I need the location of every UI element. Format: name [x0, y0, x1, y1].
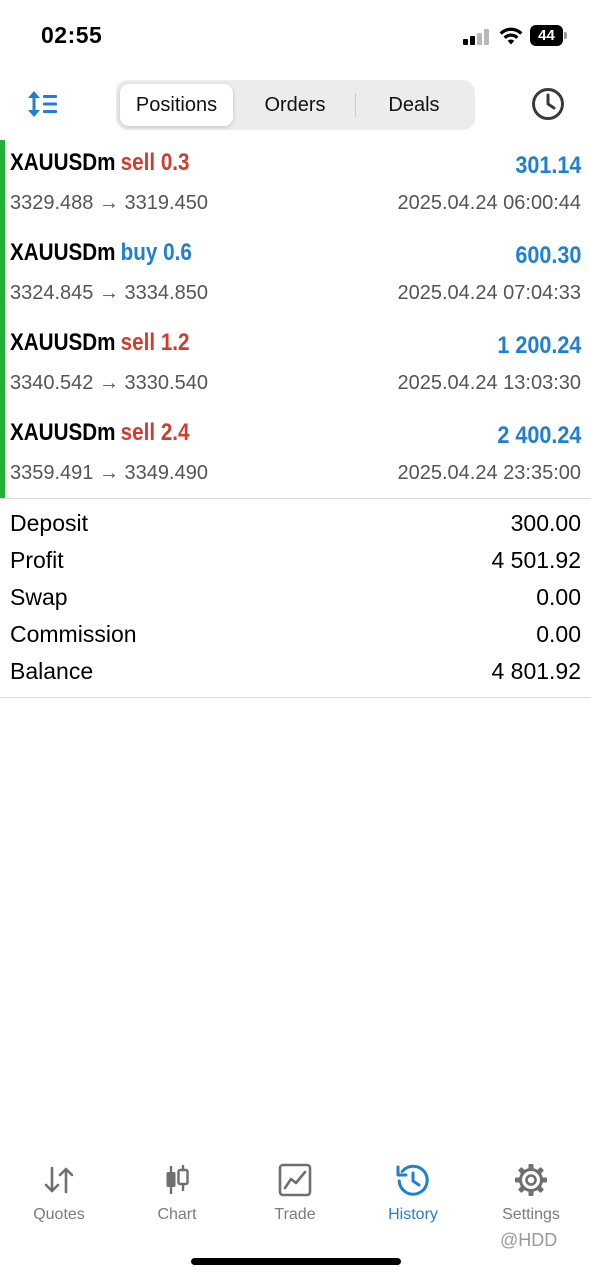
battery-level: 44 [530, 25, 563, 46]
tab-label: History [388, 1206, 438, 1223]
position-prices: 3359.491 → 3349.490 [10, 462, 208, 484]
tab-orders[interactable]: Orders [237, 84, 353, 126]
position-row[interactable]: XAUUSDm sell 1.2 1 200.24 3340.542 → 3330… [0, 320, 591, 410]
position-header: XAUUSDm sell 1.2 [10, 329, 190, 357]
position-time: 2025.04.24 06:00:44 [397, 192, 581, 214]
tab-history[interactable]: History [354, 1150, 472, 1230]
status-time: 02:55 [41, 22, 103, 48]
history-mode-segmented-control: Positions Orders Deals [116, 80, 475, 130]
summary-label: Commission [10, 621, 137, 647]
tab-label: Quotes [33, 1206, 85, 1223]
position-row[interactable]: XAUUSDm sell 2.4 2 400.24 3359.491 → 3349… [0, 410, 591, 500]
home-indicator[interactable] [191, 1258, 401, 1265]
summary-value: 0.00 [536, 584, 581, 610]
tab-deals[interactable]: Deals [357, 84, 471, 126]
gear-icon [515, 1164, 547, 1196]
summary-row-balance: Balance 4 801.92 [0, 656, 591, 693]
position-symbol: XAUUSDm [10, 419, 116, 446]
position-profit: 2 400.24 [496, 422, 581, 449]
position-symbol: XAUUSDm [10, 149, 116, 176]
tab-trade[interactable]: Trade [236, 1150, 354, 1230]
summary-row-commission: Commission 0.00 [0, 619, 591, 656]
position-prices: 3340.542 → 3330.540 [10, 372, 208, 394]
cellular-signal-icon [463, 29, 491, 45]
position-header: XAUUSDm sell 2.4 [10, 419, 190, 447]
position-time: 2025.04.24 23:35:00 [397, 462, 581, 484]
position-profit: 1 200.24 [496, 332, 581, 359]
quotes-arrows-icon [44, 1166, 74, 1194]
status-bar: 02:55 44 [0, 0, 591, 70]
tab-quotes[interactable]: Quotes [0, 1150, 118, 1230]
summary-label: Deposit [10, 510, 88, 536]
candlestick-icon [166, 1165, 189, 1194]
summary-row-deposit: Deposit 300.00 [0, 508, 591, 545]
divider [0, 498, 591, 499]
tab-label: Trade [274, 1206, 316, 1223]
summary-label: Swap [10, 584, 68, 610]
tab-settings[interactable]: Settings [472, 1150, 590, 1230]
history-clock-icon [396, 1164, 429, 1196]
summary-value: 4 501.92 [491, 547, 581, 573]
position-prices: 3329.488 → 3319.450 [10, 192, 208, 214]
summary-value: 0.00 [536, 621, 581, 647]
tab-label: Settings [502, 1206, 560, 1223]
summary-panel: Deposit 300.00 Profit 4 501.92 Swap 0.00… [0, 508, 591, 693]
summary-label: Profit [10, 547, 64, 573]
battery-icon: 44 [530, 25, 567, 46]
trade-chart-icon [278, 1163, 312, 1197]
summary-label: Balance [10, 658, 94, 684]
tab-positions[interactable]: Positions [120, 84, 233, 126]
watermark: @HDD [500, 1230, 558, 1250]
position-header: XAUUSDm buy 0.6 [10, 239, 192, 267]
position-time: 2025.04.24 07:04:33 [397, 282, 581, 304]
position-type-lot: sell 0.3 [120, 149, 190, 176]
position-row[interactable]: XAUUSDm buy 0.6 600.30 3324.845 → 3334.85… [0, 230, 591, 320]
summary-value: 4 801.92 [491, 658, 581, 684]
tab-chart[interactable]: Chart [118, 1150, 236, 1230]
bottom-tab-bar: Quotes Chart Trade History Settings [0, 1150, 591, 1240]
position-prices: 3324.845 → 3334.850 [10, 282, 208, 304]
summary-row-profit: Profit 4 501.92 [0, 545, 591, 582]
position-profit: 301.14 [514, 152, 581, 179]
sort-arrows-icon[interactable] [26, 89, 60, 119]
divider [0, 697, 591, 698]
clock-icon[interactable] [530, 86, 566, 122]
position-profit: 600.30 [514, 242, 581, 269]
history-toolbar: Positions Orders Deals [0, 78, 591, 134]
summary-value: 300.00 [510, 510, 581, 536]
position-symbol: XAUUSDm [10, 329, 116, 356]
position-header: XAUUSDm sell 0.3 [10, 149, 190, 177]
position-row[interactable]: XAUUSDm sell 0.3 301.14 3329.488 → 3319.4… [0, 140, 591, 230]
position-symbol: XAUUSDm [10, 239, 116, 266]
summary-row-swap: Swap 0.00 [0, 582, 591, 619]
tab-label: Chart [157, 1206, 197, 1223]
position-type-lot: sell 1.2 [120, 329, 190, 356]
position-type-lot: buy 0.6 [120, 239, 192, 266]
position-type-lot: sell 2.4 [120, 419, 190, 446]
position-time: 2025.04.24 13:03:30 [397, 372, 581, 394]
wifi-icon [499, 27, 523, 45]
segment-divider [355, 93, 356, 117]
positions-list: XAUUSDm sell 0.3 301.14 3329.488 → 3319.4… [0, 140, 591, 498]
